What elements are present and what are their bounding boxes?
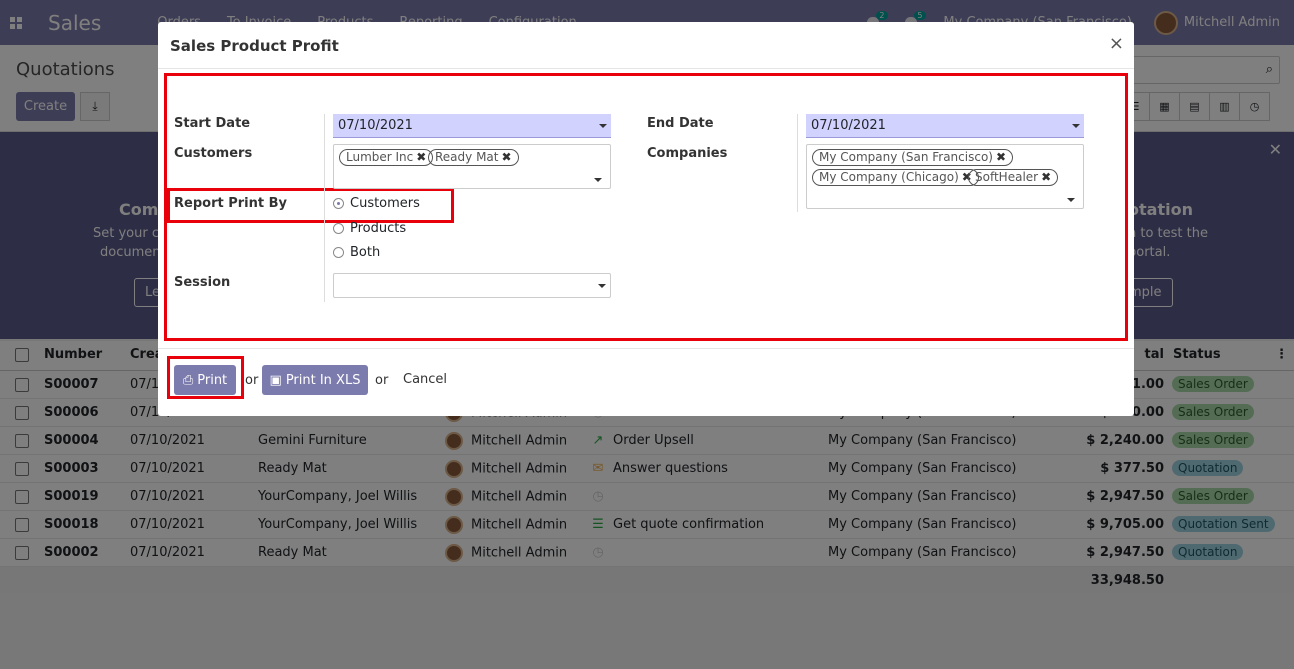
radio-customers[interactable]: Customers bbox=[333, 196, 420, 211]
close-icon[interactable]: × bbox=[1109, 33, 1124, 54]
customer-tag-label: Lumber Inc bbox=[346, 150, 414, 164]
customers-field[interactable]: Lumber Inc ✖ Ready Mat ✖ bbox=[333, 144, 611, 189]
remove-tag-icon[interactable]: ✖ bbox=[1041, 170, 1051, 184]
dialog-footer: ⎙ Print or ▣ Print In XLS or Cancel bbox=[158, 348, 1134, 416]
chevron-down-icon[interactable] bbox=[594, 178, 602, 182]
radio-button-selected[interactable] bbox=[333, 198, 344, 209]
print-xls-button[interactable]: ▣ Print In XLS bbox=[262, 365, 368, 395]
session-select[interactable] bbox=[333, 273, 611, 298]
dialog-header: Sales Product Profit × bbox=[158, 22, 1134, 69]
excel-file-icon: ▣ bbox=[269, 372, 282, 388]
remove-tag-icon[interactable]: ✖ bbox=[996, 150, 1006, 164]
customer-tag: Lumber Inc ✖ bbox=[339, 149, 434, 166]
company-tag: My Company (Chicago) ✖ bbox=[812, 169, 979, 186]
radio-label-products: Products bbox=[350, 221, 407, 236]
print-xls-button-label: Print In XLS bbox=[285, 372, 361, 388]
session-label: Session bbox=[174, 275, 231, 290]
customer-tag: Ready Mat ✖ bbox=[428, 149, 519, 166]
or-text: or bbox=[245, 373, 259, 388]
sales-product-profit-dialog: Sales Product Profit × Start Date 07/10/… bbox=[158, 22, 1134, 416]
radio-button[interactable] bbox=[333, 247, 344, 258]
companies-field[interactable]: My Company (San Francisco) ✖ My Company (… bbox=[806, 144, 1084, 209]
company-tag-label: My Company (San Francisco) bbox=[819, 150, 993, 164]
chevron-down-icon bbox=[1072, 124, 1080, 128]
end-date-field[interactable]: 07/10/2021 bbox=[806, 114, 1084, 138]
chevron-down-icon[interactable] bbox=[1067, 198, 1075, 202]
customer-tag-label: Ready Mat bbox=[435, 150, 499, 164]
start-date-label: Start Date bbox=[174, 116, 251, 131]
company-tag-label: SoftHealer bbox=[975, 170, 1039, 184]
chevron-down-icon bbox=[599, 124, 607, 128]
printer-icon: ⎙ bbox=[182, 372, 194, 388]
end-date-label: End Date bbox=[647, 116, 714, 131]
company-tag: SoftHealer ✖ bbox=[968, 169, 1059, 186]
right-column-separator bbox=[797, 114, 798, 212]
start-date-value: 07/10/2021 bbox=[338, 118, 413, 133]
radio-label-customers: Customers bbox=[350, 196, 420, 211]
print-button-label: Print bbox=[197, 372, 228, 388]
radio-button[interactable] bbox=[333, 223, 344, 234]
remove-tag-icon[interactable]: ✖ bbox=[501, 150, 511, 164]
radio-label-both: Both bbox=[350, 245, 381, 260]
company-tag-label: My Company (Chicago) bbox=[819, 170, 959, 184]
dialog-title: Sales Product Profit bbox=[170, 37, 339, 55]
report-print-by-label: Report Print By bbox=[174, 196, 287, 211]
cancel-button[interactable]: Cancel bbox=[403, 372, 447, 387]
start-date-field[interactable]: 07/10/2021 bbox=[333, 114, 611, 138]
print-button[interactable]: ⎙ Print bbox=[174, 365, 236, 395]
remove-tag-icon[interactable]: ✖ bbox=[416, 150, 426, 164]
companies-label: Companies bbox=[647, 146, 728, 161]
chevron-down-icon bbox=[598, 284, 606, 288]
customers-label: Customers bbox=[174, 146, 253, 161]
radio-products[interactable]: Products bbox=[333, 221, 406, 236]
radio-both[interactable]: Both bbox=[333, 245, 380, 260]
or-text: or bbox=[375, 373, 389, 388]
left-column-separator bbox=[324, 114, 325, 302]
company-tag: My Company (San Francisco) ✖ bbox=[812, 149, 1014, 166]
end-date-value: 07/10/2021 bbox=[811, 118, 886, 133]
